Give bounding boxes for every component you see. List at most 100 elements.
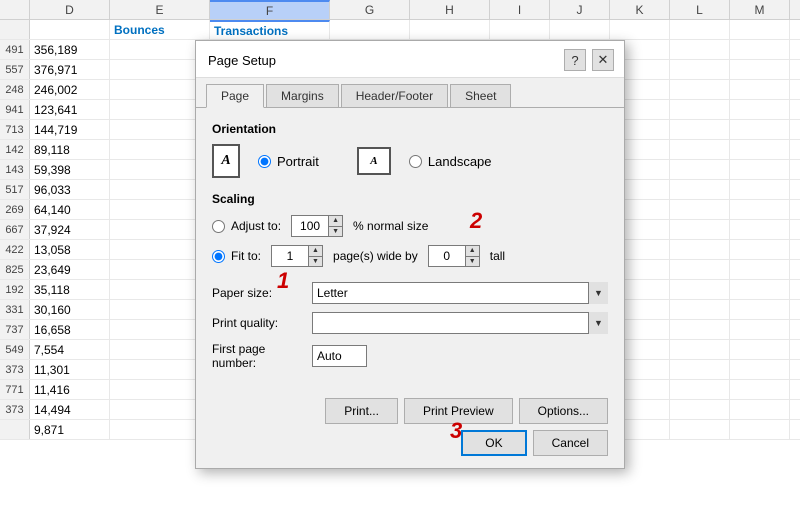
cancel-button[interactable]: Cancel bbox=[533, 430, 608, 456]
print-button[interactable]: Print... bbox=[325, 398, 398, 424]
cell bbox=[730, 300, 790, 319]
cell: 30,160 bbox=[30, 300, 110, 319]
row-number: 373 bbox=[0, 400, 30, 419]
row-number: 373 bbox=[0, 360, 30, 379]
fit-to-radio[interactable] bbox=[212, 250, 225, 263]
row-number: 941 bbox=[0, 100, 30, 119]
portrait-label: Portrait bbox=[277, 154, 319, 169]
fit-to-tall-spinner[interactable]: ▲ ▼ bbox=[428, 245, 480, 267]
fit-to-wide-spin-down[interactable]: ▼ bbox=[308, 257, 322, 267]
cell bbox=[730, 100, 790, 119]
cell bbox=[30, 20, 110, 39]
cell bbox=[670, 340, 730, 359]
paper-size-label: Paper size: bbox=[212, 286, 312, 300]
fit-to-tall-spin-up[interactable]: ▲ bbox=[465, 246, 479, 257]
dialog-controls: ? ✕ bbox=[564, 49, 614, 71]
orientation-row: A Portrait A Landscape bbox=[212, 144, 608, 178]
fit-to-tall-input[interactable] bbox=[429, 246, 465, 266]
cell bbox=[610, 20, 670, 39]
tab-sheet[interactable]: Sheet bbox=[450, 84, 511, 107]
row-number: 491 bbox=[0, 40, 30, 59]
cell bbox=[670, 400, 730, 419]
cell bbox=[670, 140, 730, 159]
tall-label: tall bbox=[490, 249, 505, 263]
row-number: 825 bbox=[0, 260, 30, 279]
cell: 246,002 bbox=[30, 80, 110, 99]
column-headers: D E F G H I J K L M bbox=[0, 0, 800, 20]
orientation-section-title: Orientation bbox=[212, 122, 608, 136]
cell bbox=[670, 420, 730, 439]
cell: Transactions bbox=[210, 20, 330, 39]
cell bbox=[730, 160, 790, 179]
cell bbox=[670, 160, 730, 179]
scaling-section: Scaling Adjust to: ▲ ▼ % normal size Fit… bbox=[212, 192, 608, 268]
table-row: Bounces Transactions bbox=[0, 20, 800, 40]
close-button[interactable]: ✕ bbox=[592, 49, 614, 71]
col-f-header: F bbox=[210, 0, 330, 19]
footer-row1: Print... Print Preview Options... bbox=[212, 398, 608, 424]
adjust-to-spinner[interactable]: ▲ ▼ bbox=[291, 215, 343, 237]
portrait-option[interactable]: Portrait bbox=[258, 154, 319, 169]
row-number: 737 bbox=[0, 320, 30, 339]
portrait-icon: A bbox=[212, 144, 240, 178]
row-number: 549 bbox=[0, 340, 30, 359]
paper-size-select-wrapper[interactable]: Letter A4 Legal ▼ bbox=[312, 282, 608, 304]
fit-to-wide-input[interactable] bbox=[272, 246, 308, 266]
cell bbox=[670, 260, 730, 279]
fit-to-wide-spin-up[interactable]: ▲ bbox=[308, 246, 322, 257]
tab-page[interactable]: Page bbox=[206, 84, 264, 108]
col-m-header: M bbox=[730, 0, 790, 19]
first-page-input[interactable] bbox=[312, 345, 367, 367]
landscape-radio[interactable] bbox=[409, 155, 422, 168]
scaling-section-title: Scaling bbox=[212, 192, 608, 206]
tab-header-footer[interactable]: Header/Footer bbox=[341, 84, 448, 107]
dialog-footer: Print... Print Preview Options... OK Can… bbox=[196, 388, 624, 468]
cell bbox=[730, 40, 790, 59]
adjust-to-spin-buttons: ▲ ▼ bbox=[328, 216, 342, 236]
cell bbox=[730, 120, 790, 139]
dialog-titlebar: Page Setup ? ✕ bbox=[196, 41, 624, 78]
print-preview-button[interactable]: Print Preview bbox=[404, 398, 513, 424]
adjust-to-input[interactable] bbox=[292, 216, 328, 236]
paper-size-select[interactable]: Letter A4 Legal bbox=[312, 282, 608, 304]
tab-margins[interactable]: Margins bbox=[266, 84, 339, 107]
cell bbox=[670, 100, 730, 119]
help-button[interactable]: ? bbox=[564, 49, 586, 71]
print-quality-select-wrapper[interactable]: ▼ bbox=[312, 312, 608, 334]
cell: 16,658 bbox=[30, 320, 110, 339]
cell: 144,719 bbox=[30, 120, 110, 139]
row-number: 667 bbox=[0, 220, 30, 239]
fit-to-tall-spin-down[interactable]: ▼ bbox=[465, 257, 479, 267]
fit-to-row: Fit to: ▲ ▼ page(s) wide by ▲ ▼ bbox=[212, 244, 608, 268]
adjust-to-spin-up[interactable]: ▲ bbox=[328, 216, 342, 227]
cell bbox=[670, 60, 730, 79]
print-quality-label: Print quality: bbox=[212, 316, 312, 330]
cell bbox=[410, 20, 490, 39]
landscape-option[interactable]: Landscape bbox=[409, 154, 492, 169]
cell bbox=[730, 180, 790, 199]
col-l-header: L bbox=[670, 0, 730, 19]
print-quality-select[interactable] bbox=[312, 312, 608, 334]
dialog-tabs: Page Margins Header/Footer Sheet bbox=[196, 78, 624, 108]
cell: 376,971 bbox=[30, 60, 110, 79]
cell bbox=[730, 320, 790, 339]
cell bbox=[670, 120, 730, 139]
adjust-to-spin-down[interactable]: ▼ bbox=[328, 227, 342, 237]
cell bbox=[670, 180, 730, 199]
cell: 59,398 bbox=[30, 160, 110, 179]
page-setup-dialog: Page Setup ? ✕ Page Margins Header/Foote… bbox=[195, 40, 625, 469]
row-number: 557 bbox=[0, 60, 30, 79]
fit-to-wide-spin-buttons: ▲ ▼ bbox=[308, 246, 322, 266]
fit-to-wide-spinner[interactable]: ▲ ▼ bbox=[271, 245, 323, 267]
cell bbox=[730, 380, 790, 399]
cell bbox=[730, 60, 790, 79]
cell: 9,871 bbox=[30, 420, 110, 439]
cell bbox=[730, 20, 790, 39]
cell bbox=[670, 40, 730, 59]
row-number bbox=[0, 420, 30, 439]
adjust-to-radio[interactable] bbox=[212, 220, 225, 233]
ok-button[interactable]: OK bbox=[461, 430, 526, 456]
portrait-radio[interactable] bbox=[258, 155, 271, 168]
dialog-body: Orientation A Portrait A Landscape Scal bbox=[196, 108, 624, 388]
options-button[interactable]: Options... bbox=[519, 398, 608, 424]
